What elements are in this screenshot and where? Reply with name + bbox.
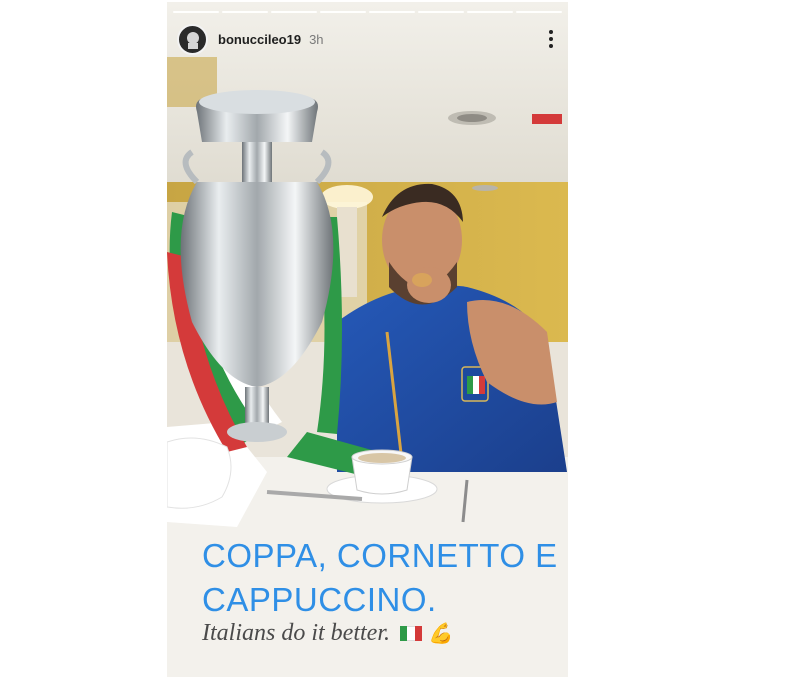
- progress-segment: [418, 11, 464, 13]
- progress-segment: [467, 11, 513, 13]
- flexed-biceps-icon: 💪: [428, 623, 453, 645]
- progress-segment: [369, 11, 415, 13]
- progress-segment: [173, 11, 219, 13]
- caption-headline: COPPA, CORNETTO E CAPPUCCINO.: [202, 534, 562, 622]
- story-header: bonuccileo19 3h: [177, 22, 558, 56]
- progress-segment: [516, 11, 562, 13]
- progress-segment: [271, 11, 317, 13]
- more-options-icon[interactable]: [544, 28, 558, 50]
- caption-line-1: COPPA, CORNETTO E: [202, 537, 558, 574]
- progress-segment: [222, 11, 268, 13]
- progress-segment: [320, 11, 366, 13]
- caption-subtitle: Italians do it better.: [202, 620, 390, 646]
- story-viewer[interactable]: bonuccileo19 3h COPPA, CORNETTO E CAPPUC…: [167, 2, 568, 677]
- username-link[interactable]: bonuccileo19: [218, 32, 301, 47]
- avatar[interactable]: [177, 23, 208, 55]
- caption-subtitle-row: Italians do it better. 💪: [202, 620, 453, 647]
- italy-flag-icon: [400, 626, 422, 641]
- post-timestamp: 3h: [309, 31, 324, 47]
- caption-line-2: CAPPUCCINO.: [202, 581, 437, 618]
- story-progress-bar: [173, 11, 562, 13]
- avatar-image: [186, 32, 199, 49]
